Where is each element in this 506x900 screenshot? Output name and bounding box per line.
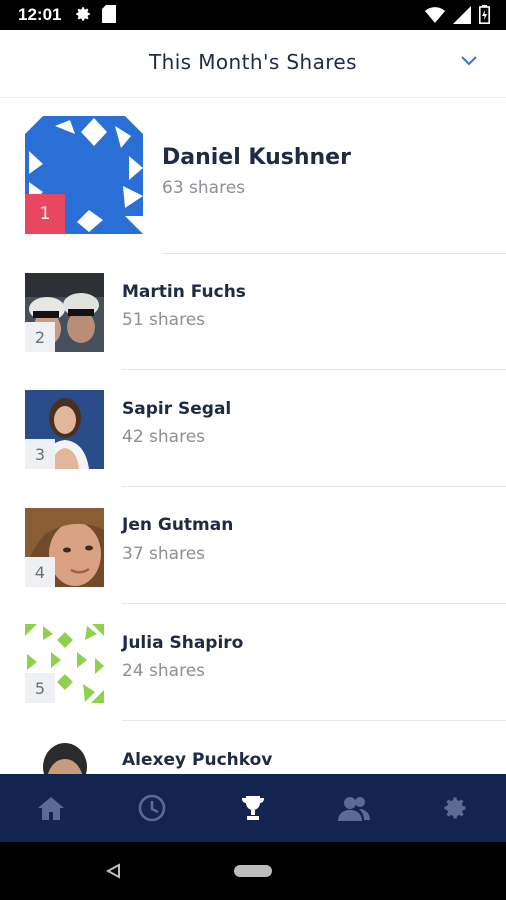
rank-badge: 2 (25, 322, 55, 352)
rank-badge: 5 (25, 673, 55, 703)
leaderboard-list[interactable]: 1 Daniel Kushner 63 shares 2 Martin Fuch… (0, 98, 506, 774)
avatar: 5 (25, 624, 104, 703)
list-item[interactable]: 4 Jen Gutman 37 shares (0, 487, 506, 604)
list-item[interactable]: 2 Martin Fuchs 51 shares (0, 253, 506, 370)
page-title: This Month's Shares (149, 50, 357, 74)
share-count: 63 shares (162, 178, 246, 198)
avatar: 4 (25, 508, 104, 587)
share-count: 24 shares (122, 661, 206, 681)
nav-home[interactable] (0, 774, 101, 842)
status-time: 12:01 (18, 5, 62, 24)
rank-badge: 4 (25, 557, 55, 587)
home-pill-button[interactable] (234, 865, 272, 877)
nav-history[interactable] (101, 774, 202, 842)
user-name: Alexey Puchkov (122, 750, 273, 770)
battery-icon (479, 5, 490, 24)
system-navigation-bar (0, 842, 506, 900)
history-clock-icon (138, 794, 166, 822)
settings-gear-icon (444, 797, 466, 819)
status-bar: 12:01 (0, 0, 506, 30)
home-icon (37, 797, 64, 820)
user-name: Julia Shapiro (122, 633, 244, 653)
wifi-icon (425, 6, 445, 23)
share-count: 37 shares (122, 544, 206, 564)
avatar (25, 741, 104, 774)
trophy-icon (242, 796, 264, 820)
rank-badge: 1 (25, 194, 65, 234)
bottom-navigation (0, 774, 506, 842)
user-name: Sapir Segal (122, 399, 232, 419)
list-item[interactable]: 1 Daniel Kushner 63 shares (0, 98, 506, 254)
nav-leaderboard[interactable] (202, 774, 303, 842)
leaderboard-header[interactable]: This Month's Shares (0, 30, 506, 98)
chevron-down-icon[interactable] (460, 54, 478, 66)
people-icon (338, 797, 371, 821)
share-count: 42 shares (122, 427, 206, 447)
user-name: Martin Fuchs (122, 282, 246, 302)
signal-icon (453, 5, 471, 24)
gear-icon (76, 7, 90, 21)
avatar: 3 (25, 390, 104, 469)
back-icon[interactable] (105, 863, 121, 879)
sd-card-icon (102, 5, 116, 23)
nav-people[interactable] (304, 774, 405, 842)
nav-settings[interactable] (405, 774, 506, 842)
avatar: 2 (25, 273, 104, 352)
rank-badge: 3 (25, 439, 55, 469)
list-item[interactable]: Alexey Puchkov (0, 721, 506, 774)
user-name: Daniel Kushner (162, 145, 351, 170)
list-item[interactable]: 5 Julia Shapiro 24 shares (0, 604, 506, 721)
user-name: Jen Gutman (122, 515, 234, 535)
list-item[interactable]: 3 Sapir Segal 42 shares (0, 370, 506, 487)
share-count: 51 shares (122, 310, 206, 330)
avatar-photo (25, 741, 104, 774)
avatar: 1 (25, 116, 143, 234)
